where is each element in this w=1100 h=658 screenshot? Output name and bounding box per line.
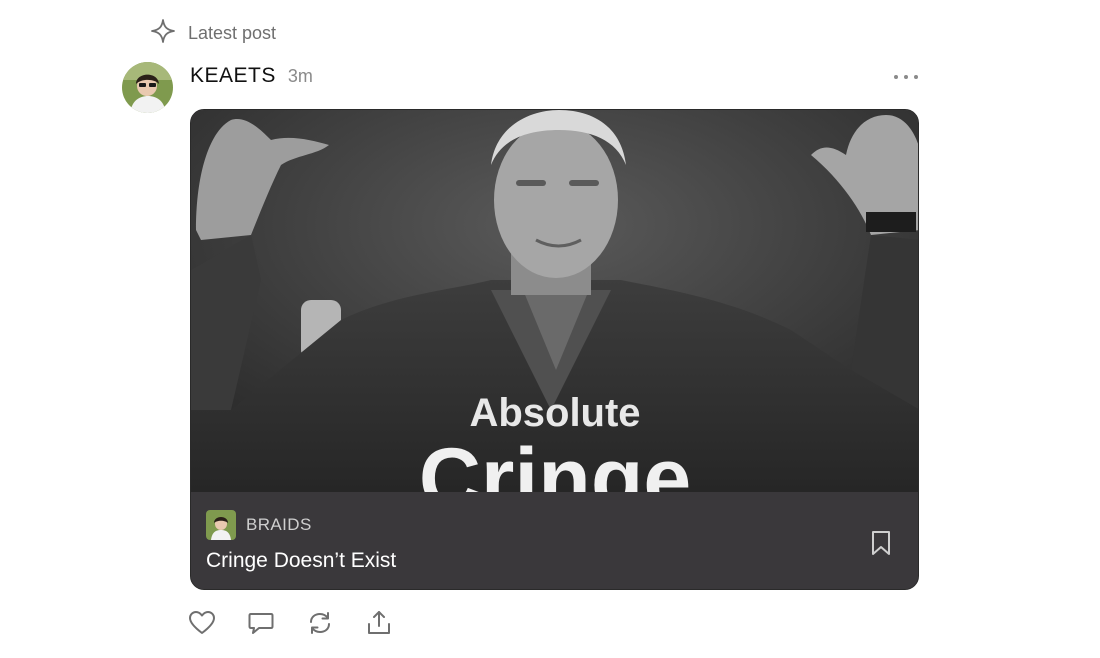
publication-name: BRAIDS [246, 515, 312, 534]
post-image: Absolute Cringe [191, 110, 918, 492]
image-text-line2: Cringe [419, 431, 691, 492]
more-options-icon[interactable] [894, 70, 918, 84]
post-header: KEAETS 3m [190, 64, 313, 88]
card-footer: BRAIDS Cringe Doesn’t Exist [191, 492, 918, 589]
sparkle-icon [150, 18, 176, 49]
context-label: Latest post [188, 23, 277, 43]
post-time: 3m [287, 66, 313, 86]
share-icon[interactable] [366, 609, 392, 637]
comment-icon[interactable] [248, 609, 274, 637]
bookmark-icon[interactable] [870, 530, 892, 556]
latest-post-context: Latest post [150, 18, 276, 49]
heart-icon[interactable] [189, 609, 215, 637]
restack-icon[interactable] [307, 609, 333, 637]
publication-avatar [206, 510, 236, 540]
post-card[interactable]: Absolute Cringe BRAIDS Cringe Doesn’t Ex… [190, 109, 919, 590]
image-text-line1: Absolute [469, 391, 640, 435]
post-title[interactable]: Cringe Doesn’t Exist [206, 549, 396, 573]
author-avatar[interactable] [122, 62, 173, 113]
author-name[interactable]: KEAETS [190, 64, 276, 88]
publication-row[interactable]: BRAIDS [206, 510, 312, 540]
post-actions [189, 609, 392, 637]
